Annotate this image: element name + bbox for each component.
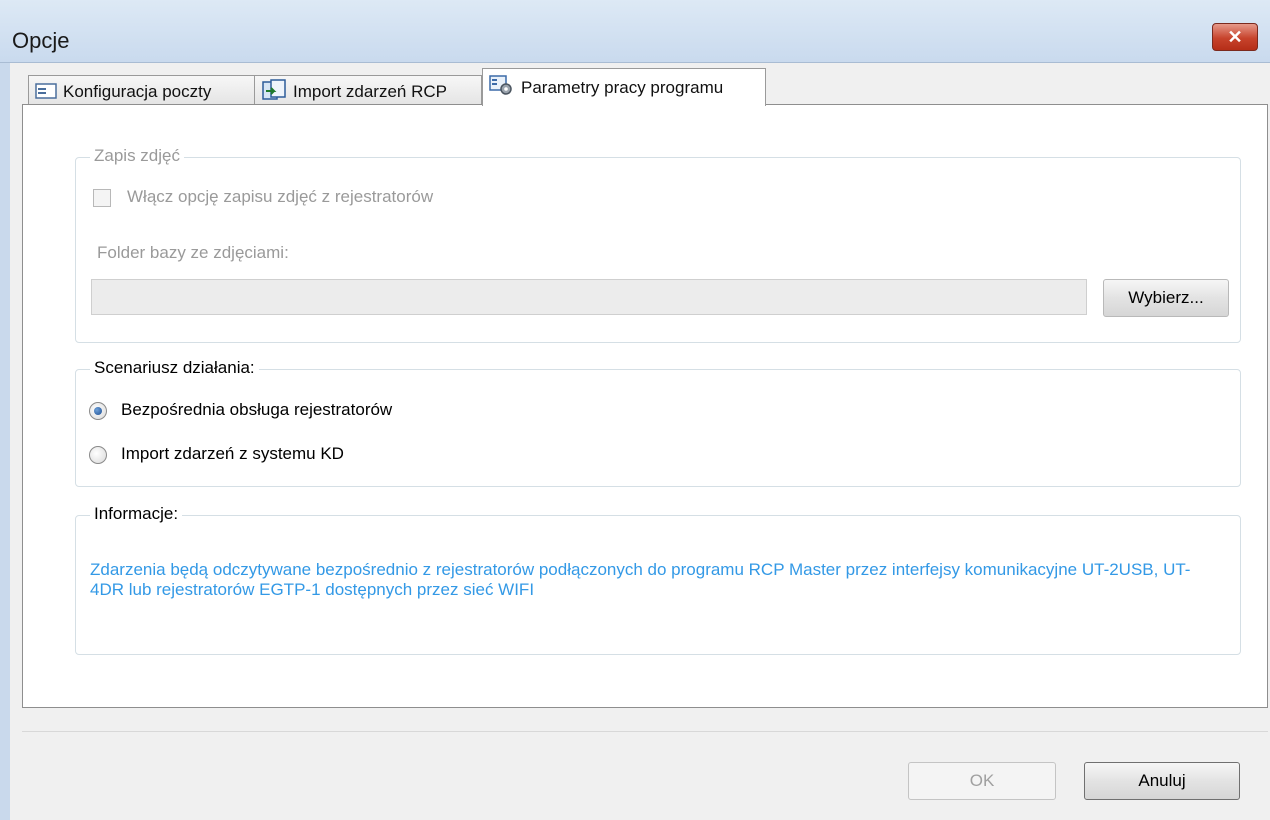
radio-import-kd-label[interactable]: Import zdarzeń z systemu KD [121,444,344,464]
window-border [0,62,10,820]
cancel-button[interactable]: Anuluj [1084,762,1240,800]
title-bar[interactable]: Opcje ✕ [0,0,1270,63]
photo-folder-input[interactable] [91,279,1087,315]
close-icon: ✕ [1227,27,1243,47]
browse-button-label: Wybierz... [1128,288,1204,307]
tab-label: Import zdarzeń RCP [293,82,447,101]
cancel-button-label: Anuluj [1138,771,1186,790]
tab-program-parameters[interactable]: Parametry pracy programu [482,68,766,106]
radio-import-kd[interactable] [89,446,107,464]
tab-import-rcp[interactable]: Import zdarzeń RCP [254,75,482,105]
photo-save-legend: Zapis zdjęć [90,146,184,166]
tab-strip: Konfiguracja poczty Import zdarzeń RCP P… [28,65,1268,106]
options-dialog: Opcje ✕ Konfiguracja poczty Import zdarz… [0,0,1270,820]
ok-button-label: OK [969,771,995,790]
tab-mail-config[interactable]: Konfiguracja poczty [28,75,256,105]
window-title: Opcje [12,28,70,53]
radio-direct-registers[interactable] [89,402,107,420]
radio-selected-dot [94,407,102,415]
ok-button[interactable]: OK [908,762,1056,800]
scenario-legend: Scenariusz działania: [90,358,259,378]
browse-button[interactable]: Wybierz... [1103,279,1229,317]
tab-label: Parametry pracy programu [521,78,724,97]
tab-panel: Zapis zdjęć Włącz opcję zapisu zdjęć z r… [22,104,1268,708]
radio-direct-registers-label[interactable]: Bezpośrednia obsługa rejestratorów [121,400,392,420]
footer-separator [22,731,1268,732]
mail-icon [35,82,57,100]
close-button[interactable]: ✕ [1212,23,1258,51]
photo-folder-label: Folder bazy ze zdjęciami: [97,243,289,262]
tab-label: Konfiguracja poczty [63,82,212,101]
scenario-group: Scenariusz działania: [75,358,1241,487]
info-text: Zdarzenia będą odczytywane bezpośrednio … [90,560,1191,599]
photo-save-checkbox[interactable] [93,189,111,207]
settings-icon [489,75,513,95]
photo-save-checkbox-label: Włącz opcję zapisu zdjęć z rejestratorów [127,187,434,206]
import-icon [261,79,287,101]
info-legend: Informacje: [90,504,183,524]
